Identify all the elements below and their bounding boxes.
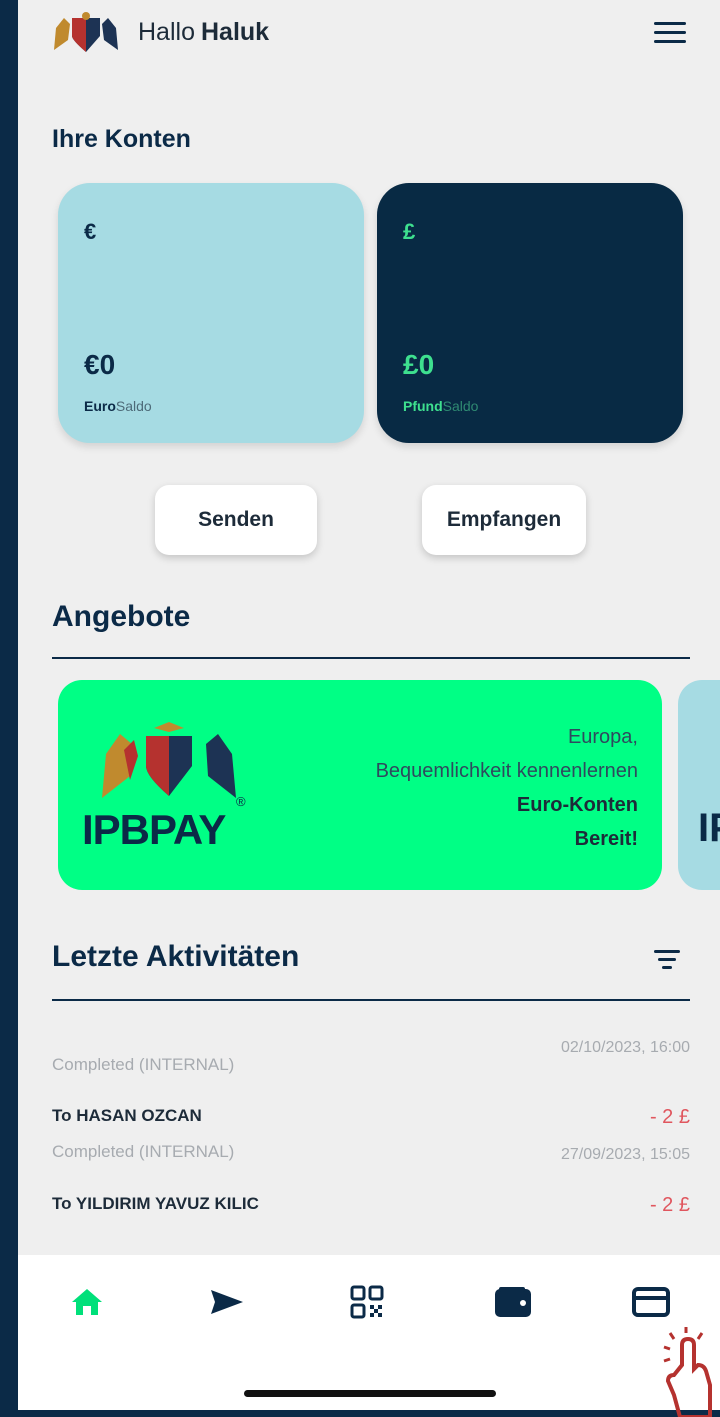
offer-line-2: Bequemlichkeit kennenlernen — [375, 760, 638, 782]
card-icon — [632, 1287, 670, 1317]
offers-divider — [52, 657, 690, 659]
next-offer-card[interactable]: IP — [678, 680, 720, 890]
activity-divider — [52, 999, 690, 1001]
pound-label-bold: Pfund — [403, 398, 443, 414]
tab-cards[interactable] — [626, 1277, 676, 1327]
activity-status: Completed (INTERNAL) — [52, 1142, 235, 1161]
activity-item[interactable]: To YILDIRIM YAVUZ KILIC - 2 £ — [52, 1194, 690, 1224]
hamburger-menu-icon[interactable] — [654, 22, 686, 46]
ipbpay-brand: IPBPAY — [82, 806, 226, 853]
euro-balance-label: EuroSaldo — [84, 398, 152, 414]
activity-title-text: To YILDIRIM YAVUZ KILIC — [52, 1194, 259, 1213]
filter-icon[interactable] — [654, 950, 680, 972]
tab-send[interactable] — [202, 1277, 252, 1327]
home-icon — [72, 1289, 102, 1315]
offer-line-4: Bereit! — [574, 828, 638, 850]
registered-mark: ® — [236, 794, 246, 809]
tab-wallet[interactable] — [488, 1277, 538, 1327]
bank-crest-logo — [54, 12, 118, 52]
pound-balance: £0 — [403, 349, 435, 380]
tap-gesture-icon — [663, 1327, 712, 1417]
tab-home[interactable] — [62, 1277, 112, 1327]
activity-item[interactable]: To HASAN OZCAN - 2 £ Completed (INTERNAL… — [52, 1106, 690, 1166]
greeting-text: Hallo — [138, 18, 195, 46]
greeting: Hallo Haluk — [138, 18, 269, 47]
home-indicator — [244, 1390, 496, 1397]
offer-text: Europa, Bequemlichkeit kennenlernen Euro… — [376, 720, 638, 856]
activity-date: 27/09/2023, 15:05 — [560, 1146, 690, 1163]
activity-amount: - 2 £ — [649, 1194, 690, 1216]
offer-card[interactable]: IPBPAY ® Europa, Bequemlichkeit kennenle… — [58, 680, 662, 890]
offers-title: Angebote — [52, 600, 191, 633]
send-icon — [211, 1290, 243, 1314]
activity-title-text: To HASAN OZCAN — [52, 1106, 202, 1125]
euro-balance: €0 — [84, 349, 116, 380]
activity-title: Letzte Aktivitäten — [52, 940, 300, 973]
offer-line-3: Euro-Konten — [516, 794, 638, 816]
euro-account-card[interactable]: € €0 EuroSaldo — [58, 183, 364, 443]
euro-symbol: € — [84, 219, 97, 244]
pound-balance-label: PfundSaldo — [403, 398, 478, 414]
wallet-icon — [495, 1287, 531, 1317]
user-name: Haluk — [200, 18, 270, 46]
send-button[interactable]: Senden — [155, 485, 317, 555]
crest-lions-logo — [102, 722, 236, 798]
tab-qr[interactable] — [342, 1277, 392, 1327]
pound-account-card[interactable]: £ £0 PfundSaldo — [377, 183, 683, 443]
offer-line-1: Europa, — [567, 726, 638, 748]
activity-status: Completed (INTERNAL) — [52, 1055, 235, 1074]
bottom-tab-bar — [18, 1255, 720, 1410]
app-screen: Hallo Haluk Ihre Konten € €0 EuroSaldo £ … — [18, 0, 720, 1410]
pound-label-light: Saldo — [442, 398, 479, 414]
qr-code-icon — [350, 1285, 384, 1319]
pound-symbol: £ — [403, 219, 416, 244]
activity-date: 02/10/2023, 16:00 — [560, 1039, 690, 1056]
activity-amount: - 2 £ — [649, 1106, 690, 1128]
next-offer-brand-fragment: IP — [698, 806, 720, 850]
euro-label-bold: Euro — [84, 398, 116, 414]
accounts-title: Ihre Konten — [52, 125, 191, 153]
activity-item[interactable]: 02/10/2023, 16:00 Completed (INTERNAL) — [52, 1035, 690, 1085]
header: Hallo Haluk — [18, 0, 720, 70]
euro-label-light: Saldo — [115, 398, 152, 414]
receive-button[interactable]: Empfangen — [422, 485, 586, 555]
